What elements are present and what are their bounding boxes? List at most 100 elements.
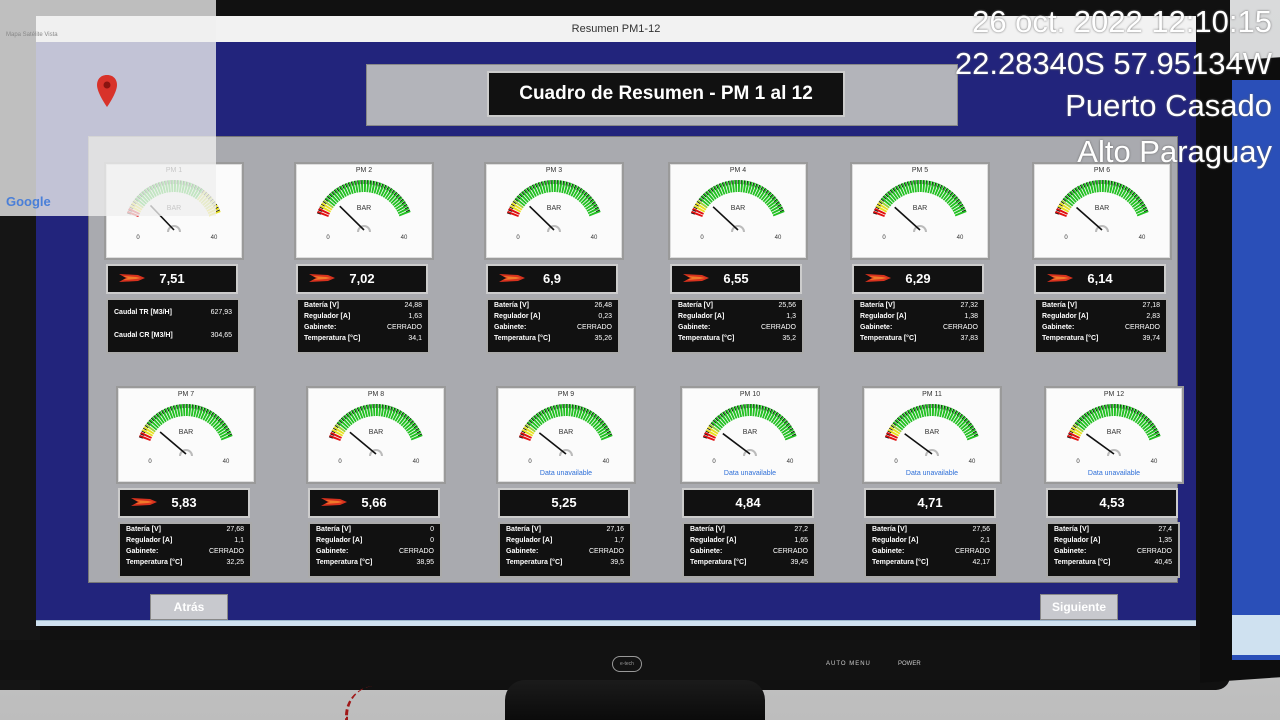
gauge-needle <box>1085 433 1115 455</box>
info-value: 627,93 <box>210 309 232 316</box>
gauge-needle <box>538 432 567 455</box>
info-row: Gabinete: CERRADO <box>488 322 618 333</box>
gauge-card: BAR 0 40 PM 2 <box>294 162 434 260</box>
info-row: Temperatura [°C] 34,1 <box>298 333 428 344</box>
pressure-value: 7,51 <box>159 271 185 286</box>
info-row: Regulador [A] 2,1 <box>866 535 996 546</box>
info-label: Temperatura [°C] <box>872 559 929 566</box>
info-value: 304,65 <box>210 332 232 339</box>
info-row: Batería [V] 27,2 <box>684 524 814 535</box>
gauge-unit: BAR <box>913 205 927 212</box>
gauge-max-label: 40 <box>591 235 598 241</box>
info-label: Regulador [A] <box>872 537 919 544</box>
info-value: 32,25 <box>226 559 244 566</box>
gauge-card: BAR 0 40 PM 10 Data unavailable <box>680 386 820 484</box>
info-label: Gabinete: <box>860 324 893 331</box>
back-button[interactable]: Atrás <box>150 594 228 620</box>
flame-icon <box>1047 274 1073 282</box>
second-monitor-taskbar <box>1232 615 1280 655</box>
gauge-label: PM 5 <box>911 167 929 174</box>
info-row: Batería [V] 27,4 <box>1048 524 1178 535</box>
info-row: Temperatura [°C] 39,45 <box>684 557 814 568</box>
gauge-card: BAR 0 40 PM 11 Data unavailable <box>862 386 1002 484</box>
info-row: Batería [V] 27,16 <box>500 524 630 535</box>
info-row: Regulador [A] 1,1 <box>120 535 250 546</box>
info-value: CERRADO <box>772 548 808 555</box>
info-label: Gabinete: <box>678 324 711 331</box>
info-row: Regulador [A] 2,83 <box>1036 311 1166 322</box>
info-row: Temperatura [°C] 37,83 <box>854 333 984 344</box>
gauge-needle <box>722 432 751 455</box>
info-row: Batería [V] 0 <box>310 524 440 535</box>
info-value: CERRADO <box>954 548 990 555</box>
gauge-max-label: 40 <box>401 235 408 241</box>
data-unavailable-label: Data unavailable <box>905 470 959 477</box>
gauge-unit: BAR <box>731 205 745 212</box>
gauge-max-label: 40 <box>413 459 420 465</box>
info-label: Regulador [A] <box>678 313 725 320</box>
info-row: Regulador [A] 1,63 <box>298 311 428 322</box>
info-row: Gabinete: CERRADO <box>120 546 250 557</box>
info-value: 1,63 <box>408 313 422 320</box>
gauge-label: PM 12 <box>1103 391 1125 398</box>
info-box: Batería [V] 27,18 Regulador [A] 2,83 Gabinet… <box>1034 298 1168 354</box>
info-value: 40,45 <box>1154 559 1172 566</box>
data-unavailable-label: Data unavailable <box>1087 470 1141 477</box>
info-value: 1,35 <box>1158 537 1172 544</box>
info-label: Batería [V] <box>1042 302 1078 309</box>
info-row: Regulador [A] 1,65 <box>684 535 814 546</box>
info-row: Batería [V] 27,32 <box>854 300 984 311</box>
info-value: CERRADO <box>942 324 978 331</box>
info-value: CERRADO <box>576 324 612 331</box>
info-row: Gabinete: CERRADO <box>854 322 984 333</box>
info-value: 26,48 <box>594 302 612 309</box>
info-row: Batería [V] 27,18 <box>1036 300 1166 311</box>
info-label: Batería [V] <box>304 302 340 309</box>
info-value: 35,2 <box>782 335 796 342</box>
info-value: CERRADO <box>398 548 434 555</box>
info-box: Batería [V] 27,56 Regulador [A] 2,1 Gabinete… <box>864 522 998 578</box>
gauge-max-label: 40 <box>211 235 218 241</box>
info-row: Regulador [A] 1,3 <box>672 311 802 322</box>
info-value: 2,83 <box>1146 313 1160 320</box>
gauge-unit: BAR <box>369 429 383 436</box>
info-value: 39,74 <box>1142 335 1160 342</box>
map-menu: Mapa Satélite Vista <box>6 32 58 38</box>
info-label: Temperatura [°C] <box>304 335 361 342</box>
info-box: Batería [V] 0 Regulador [A] 0 Gabinete: CERRA… <box>308 522 442 578</box>
gauge-min-label: 0 <box>326 235 330 241</box>
power-label: POWER <box>898 661 921 667</box>
info-value: 27,32 <box>960 302 978 309</box>
pressure-value-box: 4,71 <box>864 488 996 518</box>
info-label: Temperatura [°C] <box>860 335 917 342</box>
info-label: Temperatura [°C] <box>126 559 183 566</box>
info-label: Regulador [A] <box>860 313 907 320</box>
info-box: Batería [V] 24,88 Regulador [A] 1,63 Gabinet… <box>296 298 430 354</box>
overlay-region: Alto Paraguay <box>1077 134 1272 169</box>
gauge-card: BAR 0 40 PM 3 <box>484 162 624 260</box>
info-row: Batería [V] 26,48 <box>488 300 618 311</box>
info-label: Caudal TR [M3/H] <box>114 309 172 316</box>
overlay-city: Puerto Casado <box>1065 88 1272 123</box>
gauge-dial: BAR 0 40 <box>690 180 785 241</box>
pressure-value-box: 4,53 <box>1046 488 1178 518</box>
gauge-dial: BAR 0 40 <box>884 404 979 465</box>
gauge-min-label: 0 <box>1064 235 1068 241</box>
info-value: 1,38 <box>964 313 978 320</box>
header-panel: Cuadro de Resumen - PM 1 al 12 <box>366 64 958 126</box>
gauge-dial: BAR 0 40 <box>1066 404 1161 465</box>
gauge-panel <box>88 136 1178 583</box>
power-cable <box>345 686 418 720</box>
info-row: Gabinete: CERRADO <box>866 546 996 557</box>
info-label: Temperatura [°C] <box>1042 335 1099 342</box>
info-box: Batería [V] 27,32 Regulador [A] 1,38 Gabinet… <box>852 298 986 354</box>
pressure-value: 4,53 <box>1099 495 1125 510</box>
map-pin-icon <box>97 75 117 107</box>
info-value: 1,7 <box>614 537 624 544</box>
info-value: 39,45 <box>790 559 808 566</box>
auto-menu-label: AUTO MENU <box>826 661 871 667</box>
next-button[interactable]: Siguiente <box>1040 594 1118 620</box>
pressure-value: 5,83 <box>171 495 197 510</box>
info-value: 0,23 <box>598 313 612 320</box>
monitor-bottom-bezel: e-tech AUTO MENU POWER <box>0 640 1230 680</box>
